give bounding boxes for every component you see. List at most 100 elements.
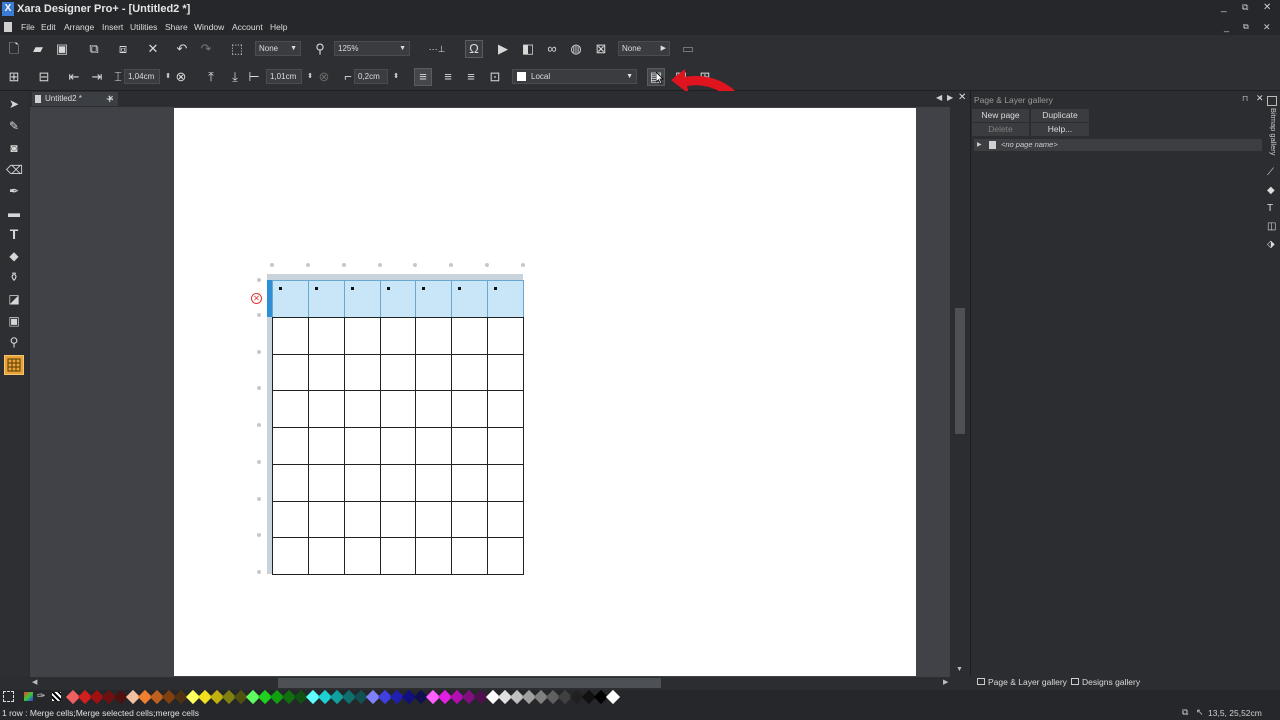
scroll-left-icon[interactable]: ◀ bbox=[32, 678, 37, 686]
align-right-icon[interactable]: ≡ bbox=[463, 69, 479, 85]
menu-file[interactable]: File bbox=[21, 22, 35, 32]
doc-close-button[interactable]: ✕ bbox=[1263, 22, 1271, 33]
import-icon[interactable]: ▶ bbox=[495, 41, 511, 57]
column-handle[interactable] bbox=[341, 263, 346, 267]
save-icon[interactable]: ▣ bbox=[54, 41, 70, 57]
table-cell[interactable] bbox=[451, 500, 489, 539]
table-cell[interactable] bbox=[343, 537, 381, 575]
table-cell-selected[interactable] bbox=[307, 280, 345, 318]
table-cell[interactable] bbox=[379, 316, 417, 355]
effects-gallery-icon[interactable]: ◫ bbox=[1267, 221, 1276, 232]
undo-icon[interactable]: ↶ bbox=[174, 41, 190, 57]
delete-icon[interactable]: ✕ bbox=[145, 41, 161, 57]
duplicate-button[interactable]: Duplicate bbox=[1031, 109, 1089, 122]
table-cell[interactable] bbox=[343, 353, 381, 392]
export-icon[interactable]: ◧ bbox=[520, 41, 536, 57]
web-preview-icon[interactable]: ◍ bbox=[568, 41, 584, 57]
table[interactable] bbox=[272, 280, 524, 575]
insert-row-below-icon[interactable]: ⤓ bbox=[227, 69, 243, 85]
tab-designs-gallery[interactable]: Designs gallery bbox=[1071, 677, 1140, 687]
table-cell[interactable] bbox=[272, 390, 309, 428]
column-handle[interactable] bbox=[305, 263, 310, 267]
table-cell[interactable] bbox=[307, 537, 345, 575]
table-cell[interactable] bbox=[415, 427, 453, 465]
table-cell[interactable] bbox=[487, 537, 524, 575]
eyedropper-icon[interactable]: ✑ bbox=[37, 691, 45, 702]
paste-icon[interactable]: ⧈ bbox=[115, 41, 131, 57]
fill-gallery-icon[interactable]: ◆ bbox=[1267, 185, 1275, 196]
vertical-align-icon[interactable]: ⊡ bbox=[487, 69, 503, 85]
delete-row-icon[interactable]: ⊗ bbox=[173, 69, 189, 85]
table-cell[interactable] bbox=[415, 537, 453, 575]
row-handle[interactable] bbox=[257, 496, 261, 501]
table-cell[interactable] bbox=[307, 427, 345, 465]
link-icon[interactable]: ∞ bbox=[544, 41, 560, 57]
row-handle[interactable] bbox=[257, 570, 261, 574]
table-cell[interactable] bbox=[307, 353, 345, 392]
table-cell[interactable] bbox=[343, 316, 381, 355]
table-cell[interactable] bbox=[487, 316, 524, 355]
ruler-icon[interactable]: ⋯⊥ bbox=[422, 41, 452, 57]
table-cell[interactable] bbox=[379, 500, 417, 539]
table-cell[interactable] bbox=[343, 463, 381, 502]
table-cell[interactable] bbox=[272, 537, 309, 575]
delete-page-button[interactable]: Delete bbox=[972, 123, 1029, 136]
doc-minimize-button[interactable]: _ bbox=[1224, 22, 1229, 32]
pen-tool-icon[interactable]: ✒ bbox=[6, 183, 22, 199]
snap-status-icon[interactable]: ⧉ bbox=[1182, 707, 1188, 718]
column-handle[interactable] bbox=[377, 263, 382, 267]
close-document-icon[interactable]: ✕ bbox=[958, 92, 966, 103]
menu-insert[interactable]: Insert bbox=[102, 22, 123, 32]
table-cell[interactable] bbox=[379, 353, 417, 392]
table-cell[interactable] bbox=[343, 390, 381, 428]
vertical-scroll-thumb[interactable] bbox=[955, 308, 965, 434]
table-cell[interactable] bbox=[379, 537, 417, 575]
table-cell[interactable] bbox=[307, 463, 345, 502]
row-handle[interactable] bbox=[257, 459, 261, 464]
freehand-tool-icon[interactable]: ✎ bbox=[6, 118, 22, 134]
new-page-button[interactable]: New page bbox=[972, 109, 1029, 122]
insert-table-icon[interactable]: ⊞ bbox=[6, 69, 22, 85]
table-cell[interactable] bbox=[487, 353, 524, 392]
names-gallery-icon[interactable]: ⬗ bbox=[1267, 239, 1275, 250]
publish-icon[interactable]: ⊠ bbox=[593, 41, 609, 57]
redo-icon[interactable]: ↷ bbox=[198, 41, 214, 57]
table-cell[interactable] bbox=[487, 463, 524, 502]
row-handle[interactable] bbox=[257, 312, 261, 317]
table-properties-icon[interactable]: ⊟ bbox=[36, 69, 52, 85]
quality-combo[interactable]: None ▼ bbox=[255, 41, 301, 56]
rectangle-tool-icon[interactable]: ▬ bbox=[6, 205, 22, 221]
table-cell-selected[interactable] bbox=[487, 280, 524, 318]
menu-help[interactable]: Help bbox=[270, 22, 287, 32]
delete-row-handle-icon[interactable]: ✕ bbox=[251, 293, 262, 304]
horizontal-scroll-thumb[interactable] bbox=[278, 678, 661, 688]
menu-account[interactable]: Account bbox=[232, 22, 263, 32]
style-combo[interactable]: Local ▼ bbox=[512, 69, 637, 84]
menu-window[interactable]: Window bbox=[194, 22, 224, 32]
menu-arrange[interactable]: Arrange bbox=[64, 22, 94, 32]
table-cell[interactable] bbox=[415, 316, 453, 355]
row-handle[interactable] bbox=[257, 423, 261, 427]
fill-tool-icon[interactable]: ◆ bbox=[6, 248, 22, 264]
pattern-swatch[interactable] bbox=[52, 692, 61, 701]
gallery-pin-icon[interactable]: ⊓ bbox=[1242, 94, 1248, 103]
column-handle[interactable] bbox=[270, 263, 274, 267]
table-cell[interactable] bbox=[343, 427, 381, 465]
table-cell-selected[interactable] bbox=[379, 280, 417, 318]
zoom-icon[interactable]: ⚲ bbox=[312, 41, 328, 57]
tab-page-layer-gallery[interactable]: Page & Layer gallery bbox=[977, 677, 1067, 687]
scroll-down-icon[interactable]: ▼ bbox=[956, 666, 963, 673]
table-cell[interactable] bbox=[451, 463, 489, 502]
text-tool-icon[interactable]: T bbox=[6, 226, 22, 242]
doc-restore-button[interactable]: ⧉ bbox=[1243, 22, 1249, 32]
table-cell[interactable] bbox=[379, 390, 417, 428]
color-picker-icon[interactable] bbox=[24, 692, 33, 701]
insert-column-right-icon[interactable]: ⇥ bbox=[89, 69, 105, 85]
gallery-close-icon[interactable]: ✕ bbox=[1256, 93, 1264, 104]
tabs-scroll-right-icon[interactable]: ▶ bbox=[947, 93, 953, 102]
feather-combo[interactable]: None ▶ bbox=[618, 41, 670, 56]
menu-utilities[interactable]: Utilities bbox=[130, 22, 157, 32]
table-cell-selected[interactable] bbox=[343, 280, 381, 318]
bevel-tool-icon[interactable]: ▣ bbox=[6, 313, 22, 329]
transparency-tool-icon[interactable]: ⚱ bbox=[6, 269, 22, 285]
